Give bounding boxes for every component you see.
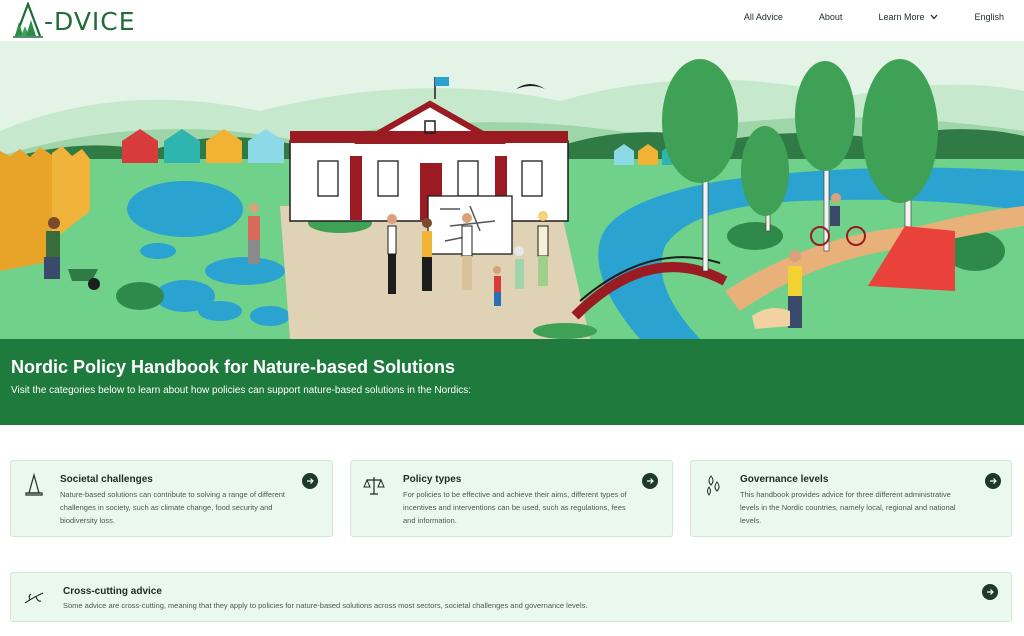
card-title: Governance levels	[740, 474, 829, 485]
nav-learn-more-label: Learn More	[878, 12, 925, 22]
site-header: -DVICE All Advice About Learn More Engli…	[0, 0, 1024, 41]
card-description: This handbook provides advice for three …	[740, 490, 956, 525]
traffic-cone-icon	[25, 472, 43, 496]
nature-scene-image	[0, 41, 1024, 339]
main-nav: All Advice About Learn More English	[744, 12, 1004, 22]
card-title: Societal challenges	[60, 474, 153, 485]
leaves-icon	[707, 475, 720, 496]
hero-banner: Nordic Policy Handbook for Nature-based …	[0, 339, 1024, 425]
card-policy-types[interactable]: Policy types For policies to be effectiv…	[350, 460, 673, 537]
card-societal-challenges[interactable]: Societal challenges Nature-based solutio…	[10, 460, 333, 537]
arrow-right-icon	[307, 478, 314, 484]
card-description: Some advice are cross-cutting, meaning t…	[63, 601, 588, 610]
arrow-right-icon	[647, 478, 654, 484]
card-title: Cross-cutting advice	[63, 586, 162, 597]
page-title: Nordic Policy Handbook for Nature-based …	[11, 357, 456, 377]
hero-illustration	[0, 41, 1024, 339]
branch-icon	[24, 592, 44, 604]
nav-language[interactable]: English	[974, 12, 1004, 22]
logo-text: -DVICE	[44, 6, 136, 36]
site-logo[interactable]: -DVICE	[12, 2, 136, 38]
card-governance-levels[interactable]: Governance levels This handbook provides…	[690, 460, 1012, 537]
card-description: For policies to be effective and achieve…	[403, 490, 627, 525]
page-subtitle: Visit the categories below to learn abou…	[11, 385, 472, 396]
scales-icon	[363, 477, 385, 495]
arrow-right-button[interactable]	[642, 473, 658, 489]
card-description: Nature-based solutions can contribute to…	[60, 490, 285, 525]
arrow-right-icon	[987, 589, 994, 595]
card-title: Policy types	[403, 474, 462, 485]
nav-learn-more[interactable]: Learn More	[878, 12, 938, 22]
nav-about[interactable]: About	[819, 12, 843, 22]
arrow-right-button[interactable]	[302, 473, 318, 489]
nav-all-advice[interactable]: All Advice	[744, 12, 783, 22]
chevron-down-icon	[930, 14, 938, 20]
arrow-right-icon	[990, 478, 997, 484]
card-cross-cutting-advice[interactable]: Cross-cutting advice Some advice are cro…	[10, 572, 1012, 622]
logo-trees-icon	[13, 2, 43, 38]
arrow-right-button[interactable]	[985, 473, 1001, 489]
arrow-right-button[interactable]	[982, 584, 998, 600]
